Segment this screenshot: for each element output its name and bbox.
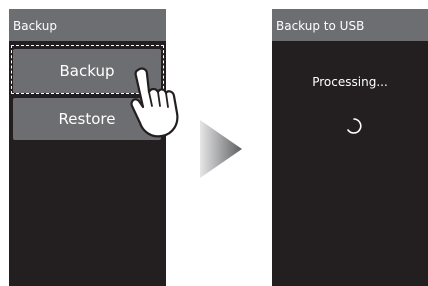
restore-button[interactable]: Restore [13, 98, 161, 140]
backup-to-usb-title: Backup to USB [272, 9, 428, 41]
processing-status: Processing... [312, 75, 388, 89]
backup-to-usb-screen: Backup to USB Processing... [272, 9, 428, 286]
backup-screen: Backup Backup Restore [9, 9, 166, 286]
backup-button[interactable]: Backup [13, 49, 161, 93]
backup-screen-title: Backup [9, 9, 166, 41]
loading-spinner-icon [347, 118, 362, 134]
play-arrow-icon [200, 120, 242, 178]
